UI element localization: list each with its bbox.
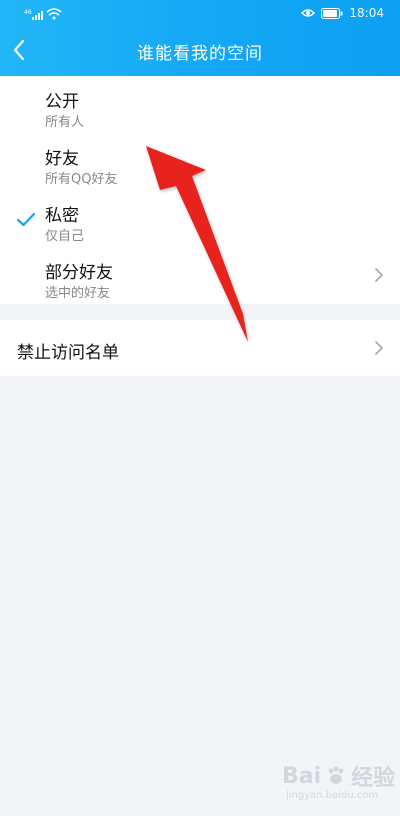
watermark-logo: Bai 经验: [282, 760, 395, 792]
watermark-brand: Bai: [282, 763, 322, 789]
battery-icon: [321, 7, 343, 19]
blacklist-row[interactable]: 禁止访问名单: [0, 320, 400, 376]
option-some-friends[interactable]: 部分好友 选中的好友: [0, 247, 400, 304]
eye-icon: [301, 9, 316, 17]
option-private[interactable]: 私密 仅自己: [0, 190, 400, 247]
option-title: 部分好友: [45, 263, 113, 283]
chevron-right-icon: [375, 341, 383, 355]
chevron-right-icon: [375, 268, 383, 282]
option-title: 私密: [45, 206, 79, 226]
visibility-options-list: 公开 所有人 好友 所有QQ好友 私密 仅自己 部分好友 选中的好友: [0, 76, 400, 304]
page-title: 谁能看我的空间: [137, 44, 263, 64]
nav-bar: 谁能看我的空间: [0, 26, 400, 76]
status-bar: 46 18:04: [0, 0, 400, 26]
option-subtitle: 仅自己: [45, 229, 85, 244]
option-title: 公开: [45, 92, 79, 112]
option-public[interactable]: 公开 所有人: [0, 76, 400, 133]
option-subtitle: 所有人: [45, 115, 85, 130]
signal-wifi-icon: 46: [24, 8, 62, 20]
paw-icon: [328, 766, 344, 784]
watermark-url: jingyan.baidu.com: [286, 790, 379, 801]
svg-text:46: 46: [24, 9, 32, 16]
status-time: 18:04: [349, 6, 384, 20]
watermark-brand-suffix: 经验: [351, 766, 396, 791]
status-right: 18:04: [301, 5, 384, 21]
option-subtitle: 所有QQ好友: [45, 172, 118, 187]
option-title: 好友: [45, 149, 79, 169]
app-header: 46 18:04 谁能看我的空间: [0, 0, 400, 76]
blacklist-label: 禁止访问名单: [17, 343, 119, 363]
option-subtitle: 选中的好友: [45, 286, 111, 301]
option-friends[interactable]: 好友 所有QQ好友: [0, 133, 400, 190]
check-icon: [16, 212, 36, 227]
